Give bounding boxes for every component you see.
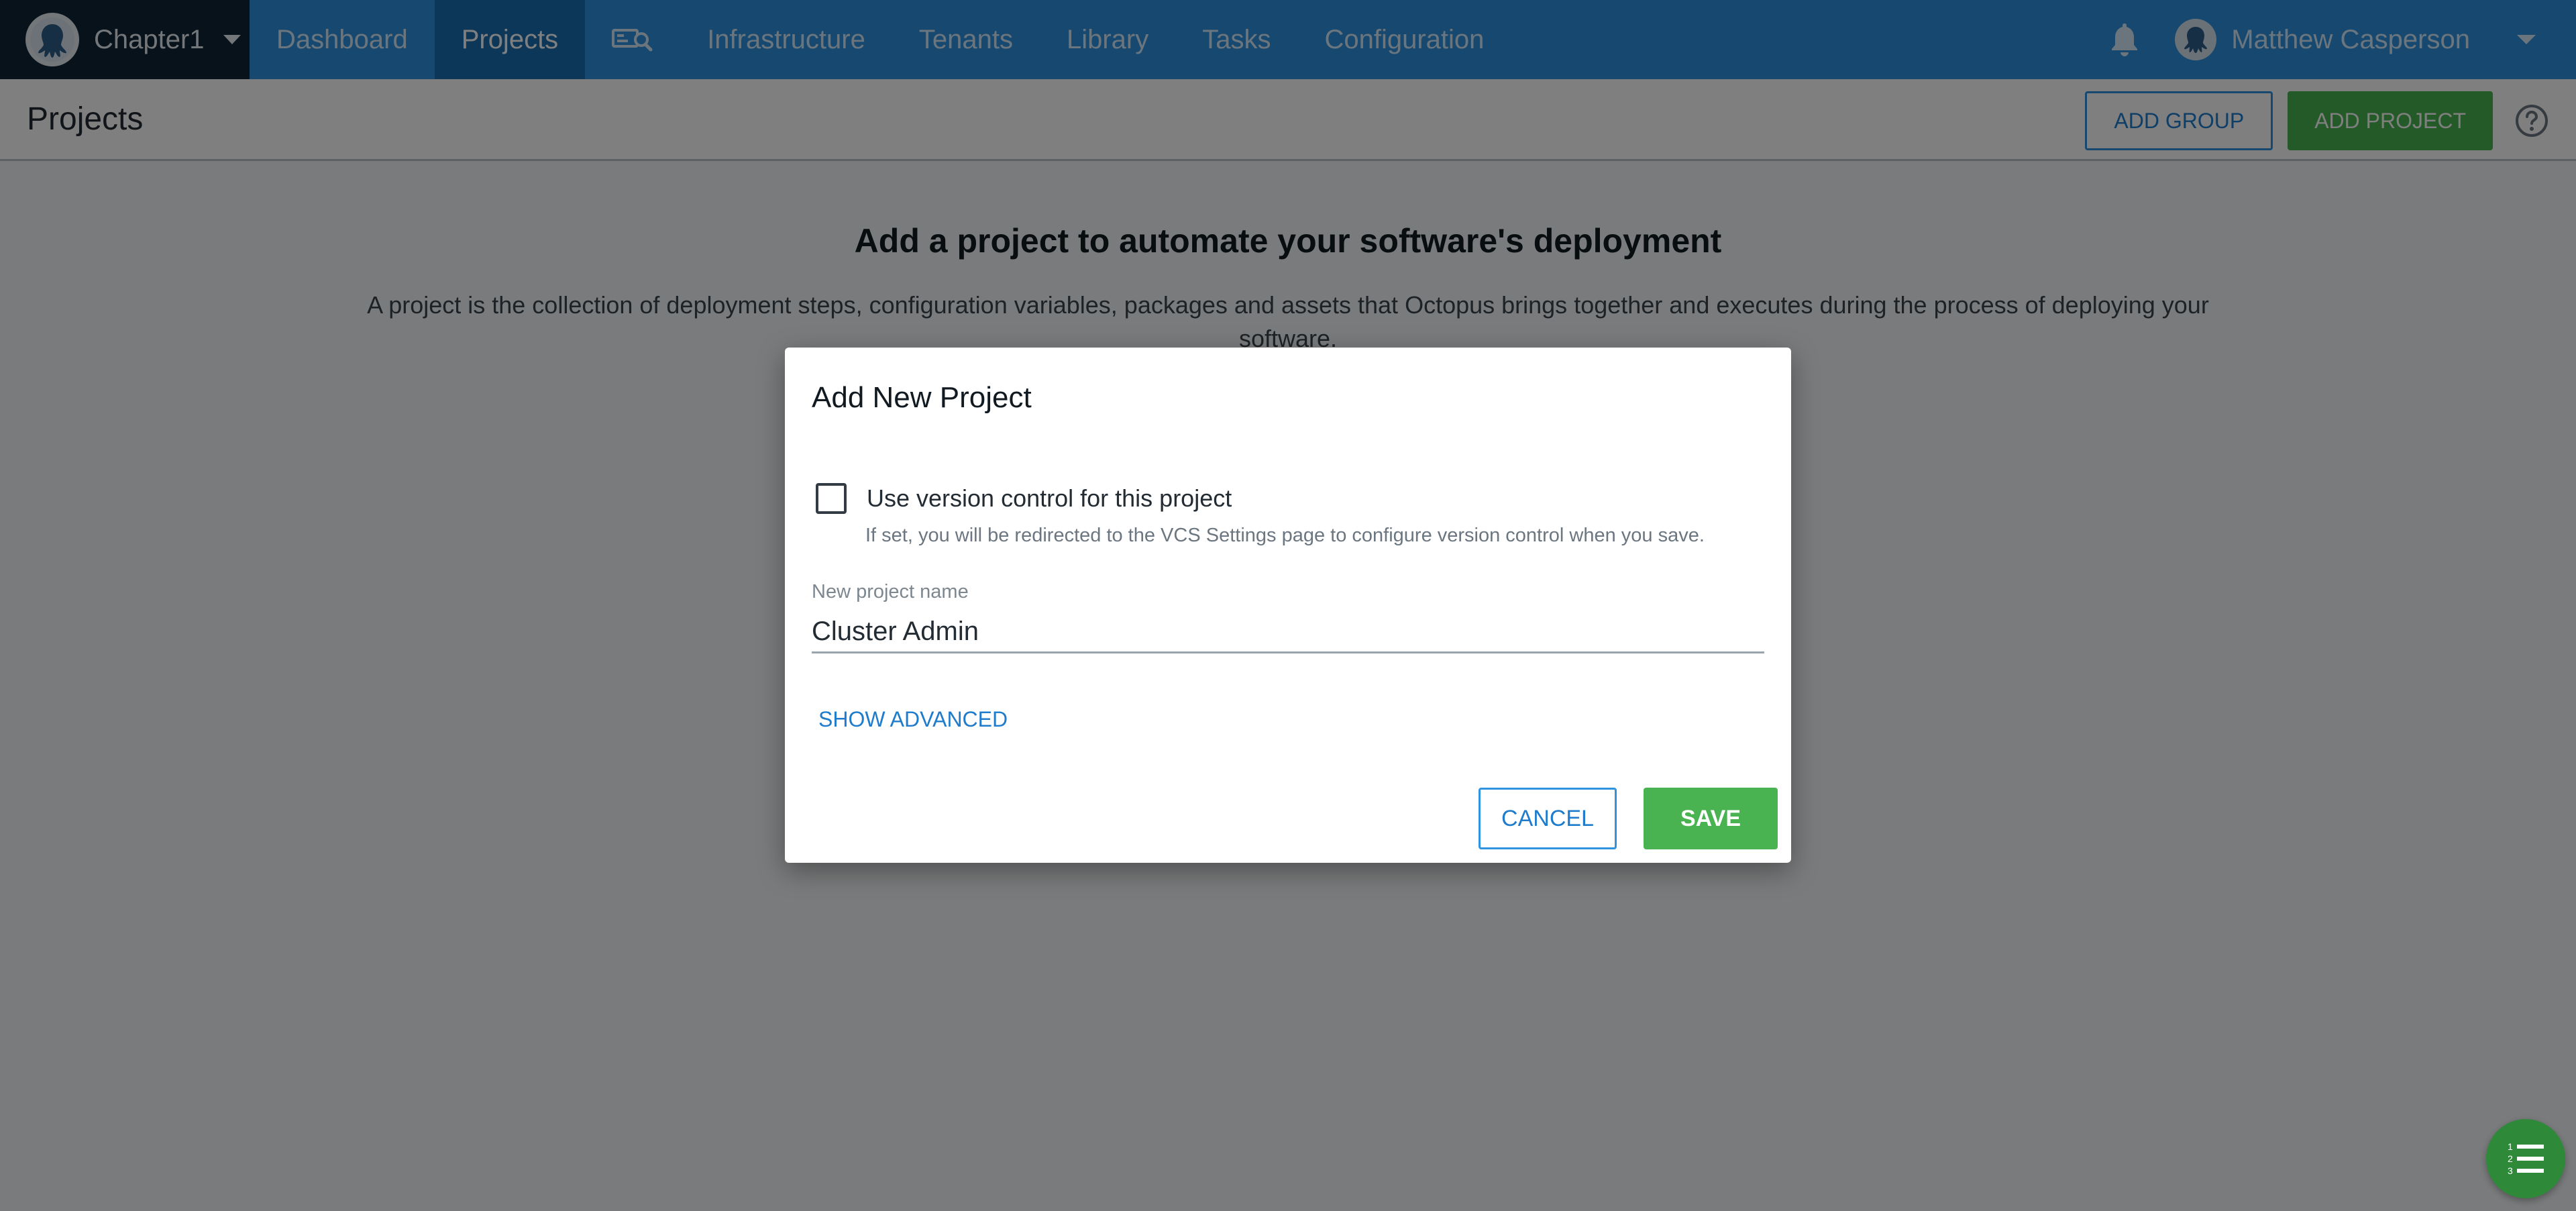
show-advanced-link[interactable]: SHOW ADVANCED xyxy=(818,707,1008,732)
cancel-button[interactable]: CANCEL xyxy=(1479,788,1617,849)
version-control-checkbox[interactable] xyxy=(816,483,847,514)
dialog-actions: CANCEL SAVE xyxy=(1479,788,1778,849)
version-control-label: Use version control for this project xyxy=(867,484,1232,512)
project-name-input[interactable] xyxy=(812,612,1764,653)
svg-text:3: 3 xyxy=(2508,1165,2513,1176)
svg-text:2: 2 xyxy=(2508,1153,2513,1164)
dialog-title: Add New Project xyxy=(812,381,1032,414)
version-control-hint: If set, you will be redirected to the VC… xyxy=(865,525,1705,546)
task-list-icon: 1 2 3 xyxy=(2508,1141,2544,1176)
project-name-label: New project name xyxy=(812,581,969,602)
svg-text:1: 1 xyxy=(2508,1141,2513,1152)
task-list-button[interactable]: 1 2 3 xyxy=(2486,1119,2565,1198)
add-project-dialog: Add New Project Use version control for … xyxy=(785,348,1791,863)
version-control-option[interactable]: Use version control for this project xyxy=(816,483,1232,514)
save-button[interactable]: SAVE xyxy=(1644,788,1778,849)
